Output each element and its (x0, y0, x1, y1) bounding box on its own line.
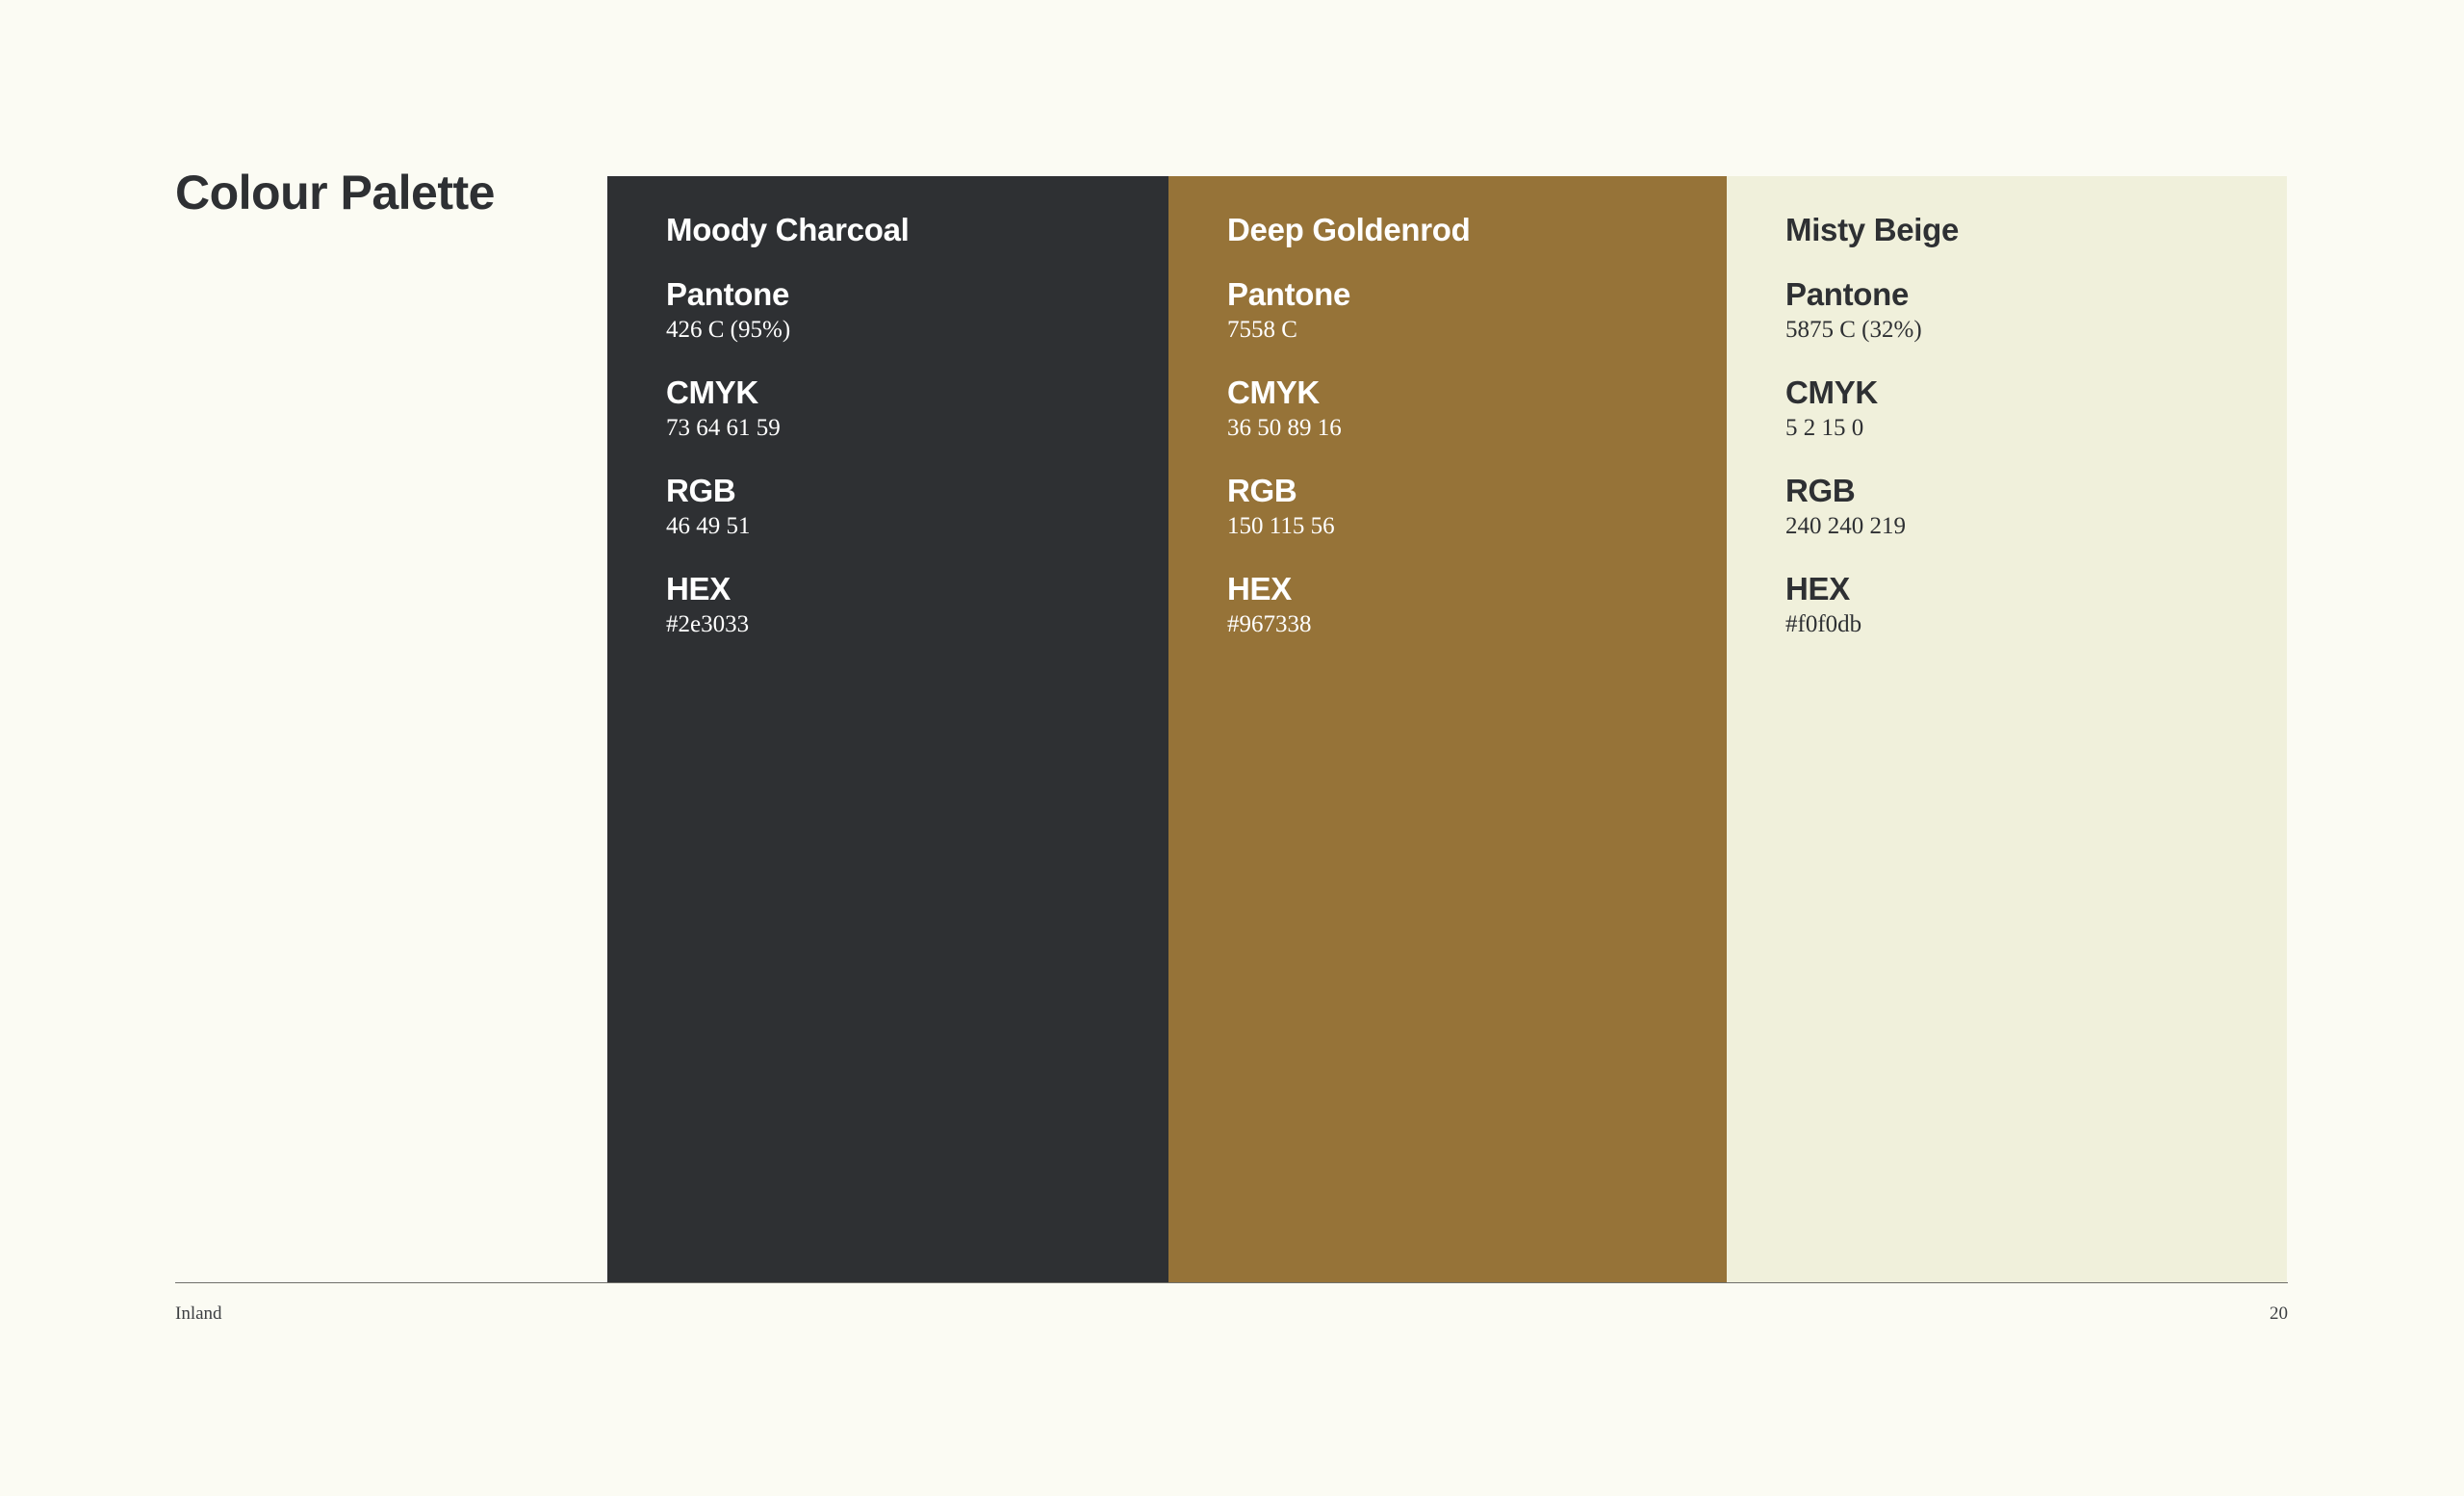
spec-label: RGB (666, 473, 736, 508)
spec-label: Pantone (666, 276, 790, 312)
swatch-name: Deep Goldenrod (1227, 212, 1471, 247)
swatch-name: Moody Charcoal (666, 212, 910, 247)
swatch-deep-goldenrod: Deep Goldenrod Pantone 7558 C CMYK 36 50… (1168, 176, 1727, 1283)
spec-value: 46 49 51 (666, 513, 751, 539)
spec-value: 5875 C (32%) (1785, 317, 1922, 343)
spec-label: CMYK (1227, 374, 1320, 410)
spec-value: 73 64 61 59 (666, 415, 781, 441)
spec-hex: HEX #2e3033 (666, 571, 1168, 642)
footer-divider (175, 1282, 2288, 1283)
page-title: Colour Palette (175, 166, 495, 219)
spec-label: CMYK (666, 374, 758, 410)
spec-value: 7558 C (1227, 317, 1297, 343)
spec-rgb: RGB 240 240 219 (1785, 473, 2287, 544)
spec-label: Pantone (1227, 276, 1351, 312)
spec-pantone: Pantone 7558 C (1227, 276, 1727, 348)
spec-rgb: RGB 150 115 56 (1227, 473, 1727, 544)
spec-cmyk: CMYK 5 2 15 0 (1785, 374, 2287, 446)
spec-cmyk: CMYK 36 50 89 16 (1227, 374, 1727, 446)
spec-value: 426 C (95%) (666, 317, 791, 343)
spec-pantone: Pantone 426 C (95%) (666, 276, 1168, 348)
spec-value: #967338 (1227, 611, 1312, 637)
page-number: 20 (2270, 1303, 2288, 1324)
spec-label: CMYK (1785, 374, 1878, 410)
spec-value: 240 240 219 (1785, 513, 1906, 539)
spec-label: Pantone (1785, 276, 1910, 312)
spec-value: #f0f0db (1785, 611, 1862, 637)
colour-swatches: Moody Charcoal Pantone 426 C (95%) CMYK … (607, 176, 2287, 1283)
spec-value: 36 50 89 16 (1227, 415, 1342, 441)
brand-guidelines-page: Colour Palette Moody Charcoal Pantone 42… (0, 0, 2464, 1496)
footer-brand-name: Inland (175, 1303, 222, 1324)
swatch-moody-charcoal: Moody Charcoal Pantone 426 C (95%) CMYK … (607, 176, 1168, 1283)
spec-value: 150 115 56 (1227, 513, 1335, 539)
spec-label: HEX (1227, 571, 1292, 606)
spec-rgb: RGB 46 49 51 (666, 473, 1168, 544)
spec-label: RGB (1785, 473, 1856, 508)
swatch-misty-beige: Misty Beige Pantone 5875 C (32%) CMYK 5 … (1727, 176, 2287, 1283)
spec-hex: HEX #967338 (1227, 571, 1727, 642)
spec-value: #2e3033 (666, 611, 750, 637)
swatch-name: Misty Beige (1785, 212, 1960, 247)
spec-hex: HEX #f0f0db (1785, 571, 2287, 642)
spec-label: HEX (666, 571, 731, 606)
spec-label: RGB (1227, 473, 1297, 508)
spec-pantone: Pantone 5875 C (32%) (1785, 276, 2287, 348)
spec-cmyk: CMYK 73 64 61 59 (666, 374, 1168, 446)
spec-value: 5 2 15 0 (1785, 415, 1864, 441)
spec-label: HEX (1785, 571, 1850, 606)
